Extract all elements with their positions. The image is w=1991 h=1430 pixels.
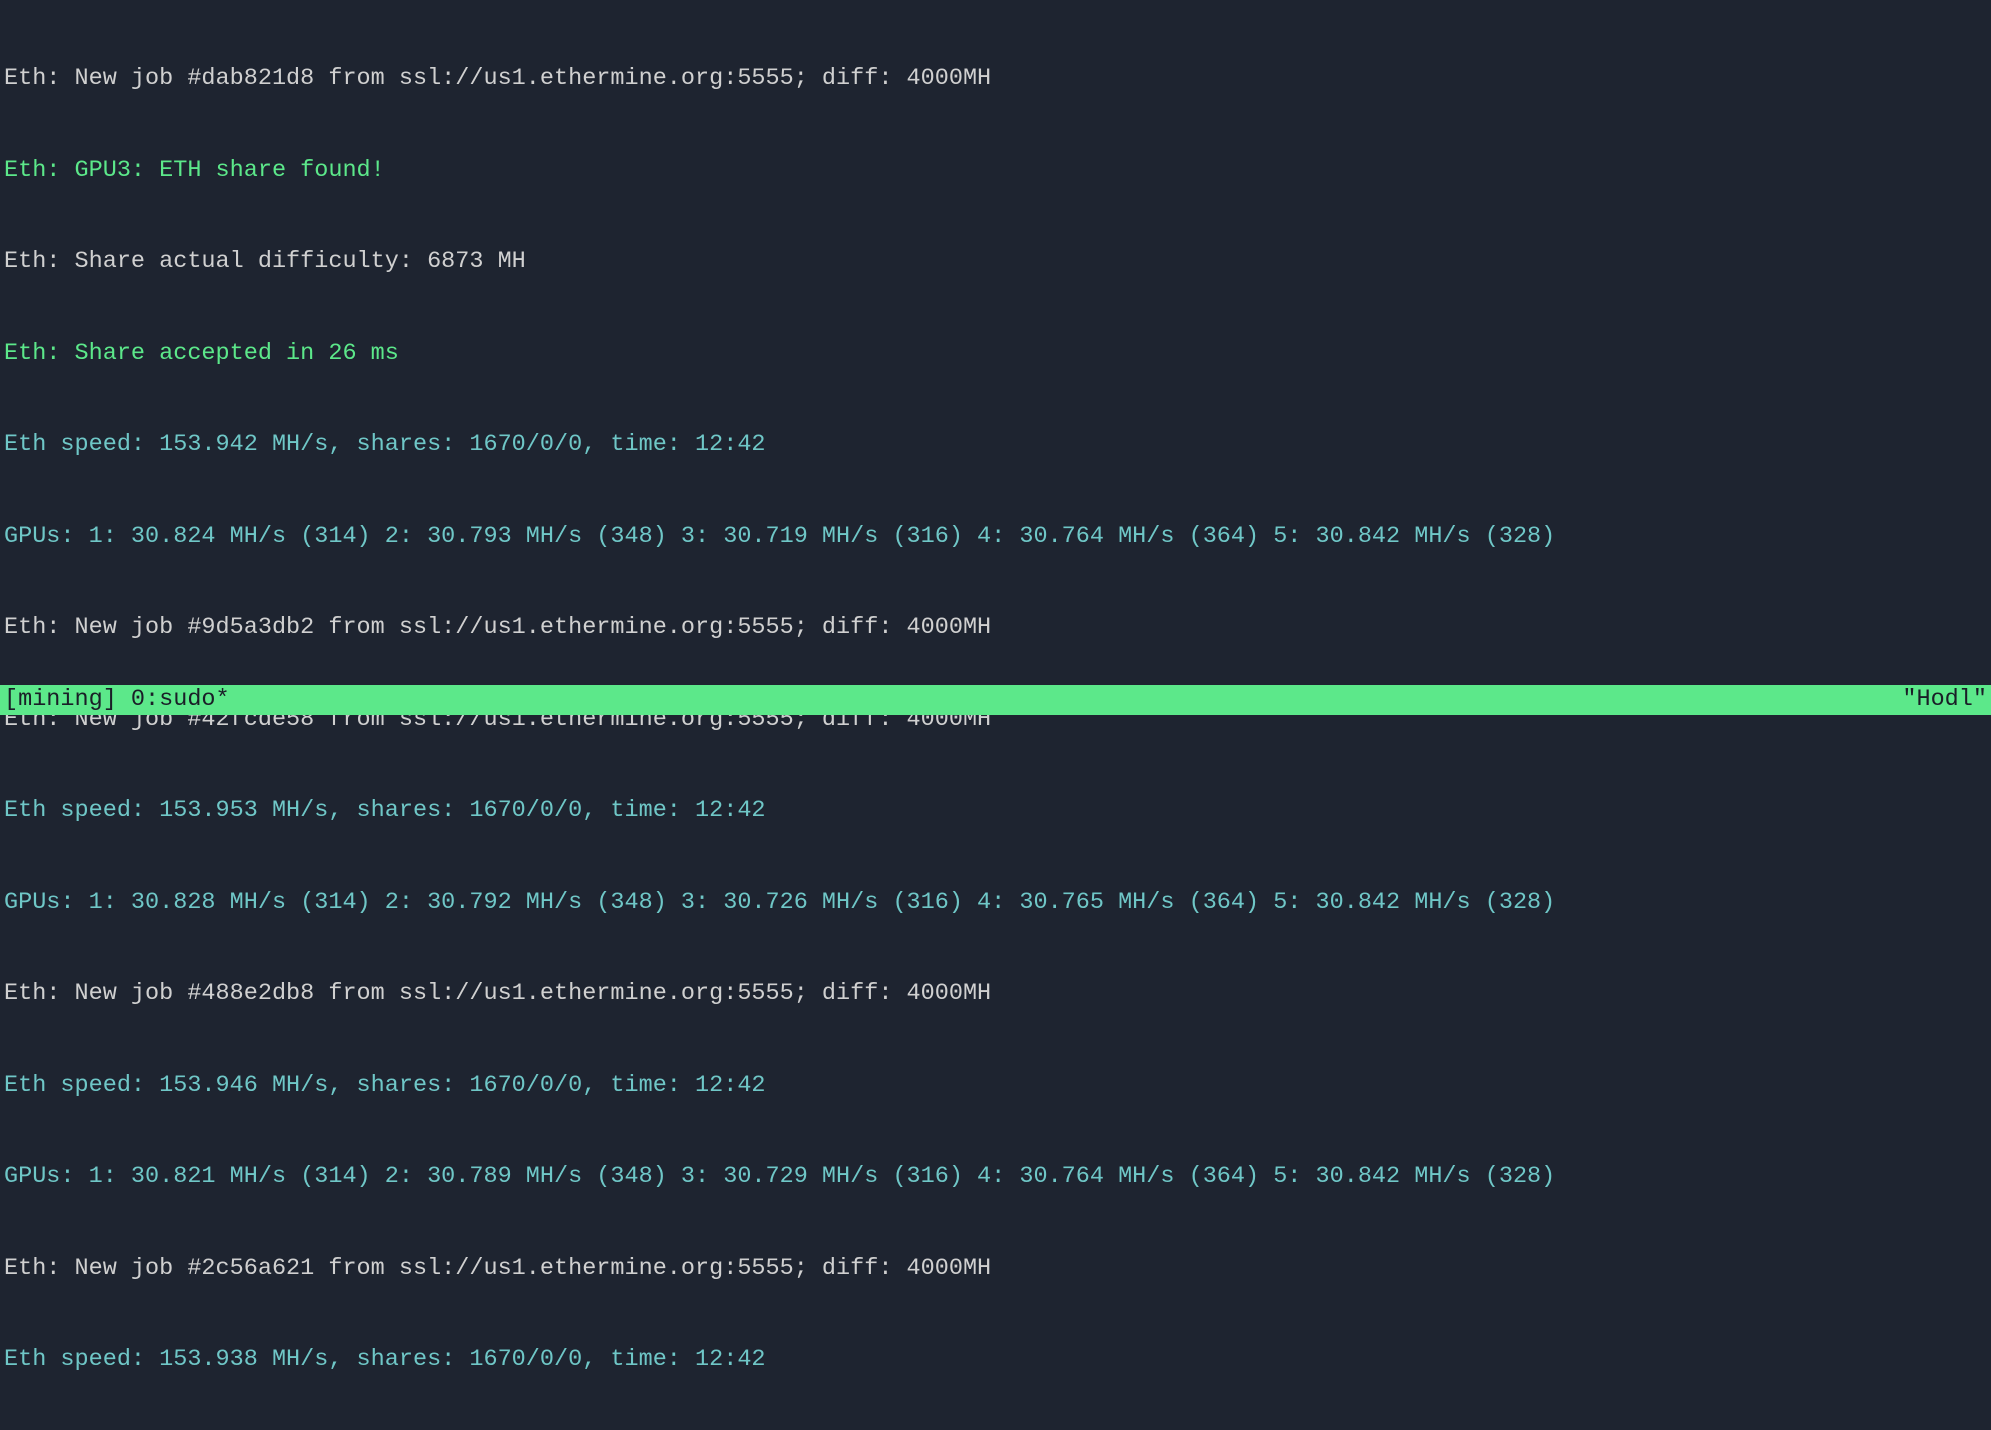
log-line: Eth: New job #dab821d8 from ssl://us1.et… (4, 64, 1987, 95)
log-line: GPUs: 1: 30.824 MH/s (314) 2: 30.793 MH/… (4, 522, 1987, 553)
log-line: Eth: Share accepted in 26 ms (4, 339, 1987, 370)
log-line: Eth: New job #2c56a621 from ssl://us1.et… (4, 1254, 1987, 1285)
status-hostname: "Hodl" (1902, 685, 1987, 716)
log-line: Eth speed: 153.942 MH/s, shares: 1670/0/… (4, 430, 1987, 461)
log-line: GPUs: 1: 30.821 MH/s (314) 2: 30.789 MH/… (4, 1162, 1987, 1193)
log-line: Eth speed: 153.938 MH/s, shares: 1670/0/… (4, 1345, 1987, 1376)
log-line: GPUs: 1: 30.828 MH/s (314) 2: 30.792 MH/… (4, 888, 1987, 919)
log-line: Eth: New job #488e2db8 from ssl://us1.et… (4, 979, 1987, 1010)
log-line: Eth: Share actual difficulty: 6873 MH (4, 247, 1987, 278)
terminal-output-pane[interactable]: Eth: New job #dab821d8 from ssl://us1.et… (0, 0, 1991, 1430)
log-line: Eth: New job #9d5a3db2 from ssl://us1.et… (4, 613, 1987, 644)
log-line: Eth: GPU3: ETH share found! (4, 156, 1987, 187)
log-line: Eth speed: 153.953 MH/s, shares: 1670/0/… (4, 796, 1987, 827)
log-line: Eth speed: 153.946 MH/s, shares: 1670/0/… (4, 1071, 1987, 1102)
tmux-status-bar[interactable]: [mining] 0:sudo* "Hodl" (0, 685, 1991, 715)
status-session-window[interactable]: [mining] 0:sudo* (4, 685, 230, 716)
